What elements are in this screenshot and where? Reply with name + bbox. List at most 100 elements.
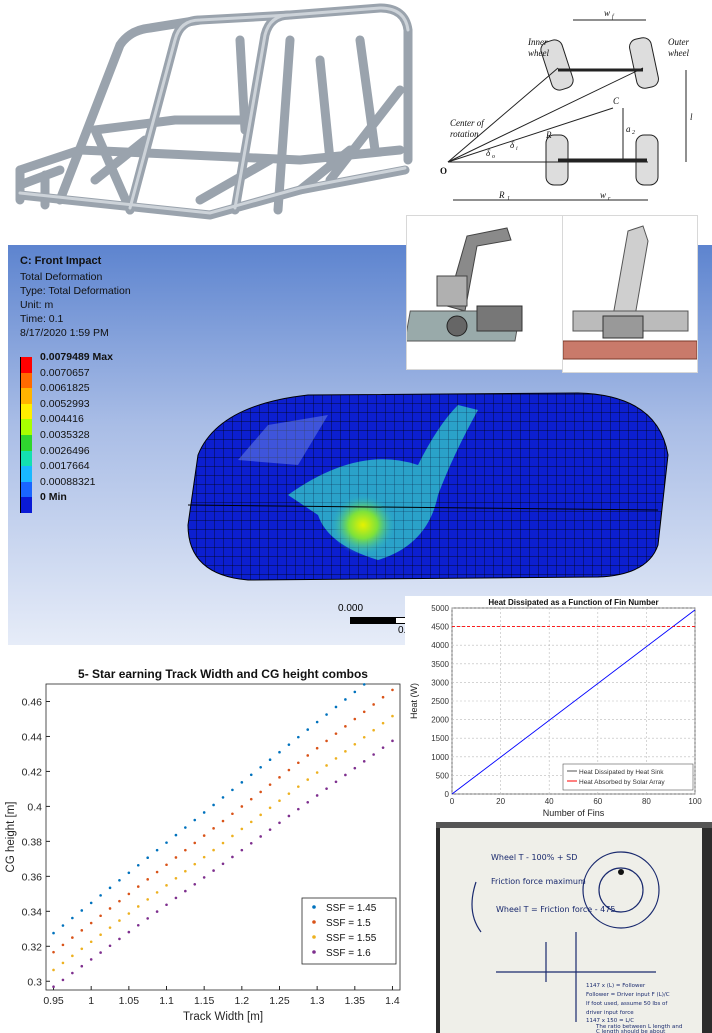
data-point [297, 807, 300, 811]
data-point [278, 776, 281, 779]
legend-value: 0 Min [40, 491, 67, 504]
legend-entry: SSF = 1.6 [326, 948, 371, 959]
data-point [155, 848, 159, 852]
data-point [381, 695, 385, 699]
data-point [136, 905, 140, 908]
fea-meta-line: Type: Total Deformation [20, 285, 131, 297]
legend-swatch [20, 372, 32, 389]
legend-entry: SSF = 1.5 [326, 918, 371, 929]
legend-swatch [20, 357, 32, 373]
x-tick-label: 1.4 [385, 995, 400, 1007]
y-tick-label: 5000 [431, 604, 449, 613]
y-tick-label: 4000 [431, 641, 449, 650]
data-point [146, 898, 149, 901]
whiteboard-note: 1147 x (L) = Follower [586, 983, 646, 989]
data-point [174, 876, 178, 880]
legend-swatch [20, 419, 32, 435]
y-tick-label: 0 [445, 790, 450, 799]
data-point [155, 870, 159, 874]
data-point [362, 735, 366, 739]
fea-meta-line: Total Deformation [20, 271, 103, 283]
data-point [202, 811, 206, 814]
data-point [334, 732, 338, 735]
data-point [146, 878, 149, 881]
data-point [165, 884, 168, 887]
data-point [381, 746, 385, 749]
data-point [344, 725, 347, 728]
legend-value: 0.004416 [40, 413, 84, 426]
y-tick-label: 1500 [431, 734, 449, 743]
svg-text:wheel: wheel [668, 48, 689, 58]
data-point [184, 889, 187, 893]
y-tick-label: 0.3 [27, 976, 42, 988]
data-point [184, 826, 187, 829]
inner-wheel-label: Inner [527, 37, 548, 47]
legend-value: 0.0070657 [40, 366, 90, 379]
data-point [193, 841, 197, 845]
chart-title: Heat Dissipated as a Function of Fin Num… [488, 598, 658, 607]
legend-value: 0.0061825 [40, 382, 90, 395]
legend-entry: Heat Dissipated by Heat Sink [579, 769, 664, 776]
data-point [362, 760, 366, 763]
data-point [334, 780, 338, 784]
legend-swatch [20, 497, 32, 513]
fea-car-mesh [187, 392, 669, 581]
data-point [127, 892, 131, 896]
data-point [221, 862, 225, 866]
y-tick-label: 0.42 [22, 766, 43, 778]
data-point [240, 781, 244, 784]
data-point [306, 728, 310, 731]
x-tick-label: 100 [688, 797, 702, 806]
data-point [287, 768, 291, 772]
data-point [193, 862, 197, 866]
svg-text:2: 2 [632, 130, 635, 136]
data-point [61, 978, 65, 982]
legend-swatch [20, 450, 32, 467]
legend-entry: Heat Absorbed by Solar Array [579, 779, 665, 786]
data-point [89, 921, 93, 925]
data-point [306, 801, 310, 804]
data-point [325, 713, 328, 716]
data-point [80, 929, 84, 932]
data-point [202, 876, 206, 879]
data-point [212, 869, 215, 872]
data-point [315, 746, 319, 750]
y-tick-label: 0.32 [22, 941, 43, 953]
y-axis-label: Heat (W) [409, 683, 419, 719]
pedal-mount-cad-image [562, 215, 698, 373]
x-tick-label: 1.35 [345, 995, 366, 1007]
svg-text:δ: δ [486, 148, 491, 158]
data-point [52, 950, 55, 954]
data-point [259, 790, 262, 794]
data-point [278, 799, 281, 803]
legend-value: 0.0035328 [40, 429, 90, 441]
data-point [155, 891, 159, 894]
data-point [89, 940, 93, 944]
y-tick-label: 0.38 [22, 836, 43, 848]
data-point [118, 899, 121, 903]
x-tick-label: 60 [593, 797, 602, 806]
svg-text:R: R [545, 130, 552, 140]
data-point [278, 821, 281, 825]
data-point [297, 785, 300, 788]
data-point [80, 947, 84, 951]
data-point [174, 856, 178, 859]
x-tick-label: 1.1 [159, 995, 174, 1007]
data-point [315, 794, 319, 797]
x-tick-label: 1.2 [235, 995, 250, 1007]
y-tick-label: 0.36 [22, 871, 43, 883]
x-tick-label: 1.05 [119, 995, 140, 1007]
data-point [344, 698, 347, 701]
data-point [240, 805, 244, 808]
heat-dissipation-chart: Heat Dissipated as a Function of Fin Num… [405, 596, 712, 821]
data-point [165, 841, 168, 844]
y-tick-label: 3500 [431, 660, 449, 669]
data-point [202, 834, 206, 837]
ssf-scatter-chart: 5- Star earning Track Width and CG heigh… [0, 660, 405, 1033]
data-point [344, 750, 347, 753]
data-point [212, 827, 215, 830]
data-point [259, 835, 262, 838]
data-point [184, 869, 187, 873]
legend-value: 0.0026496 [40, 444, 90, 457]
legend-marker [312, 920, 316, 924]
